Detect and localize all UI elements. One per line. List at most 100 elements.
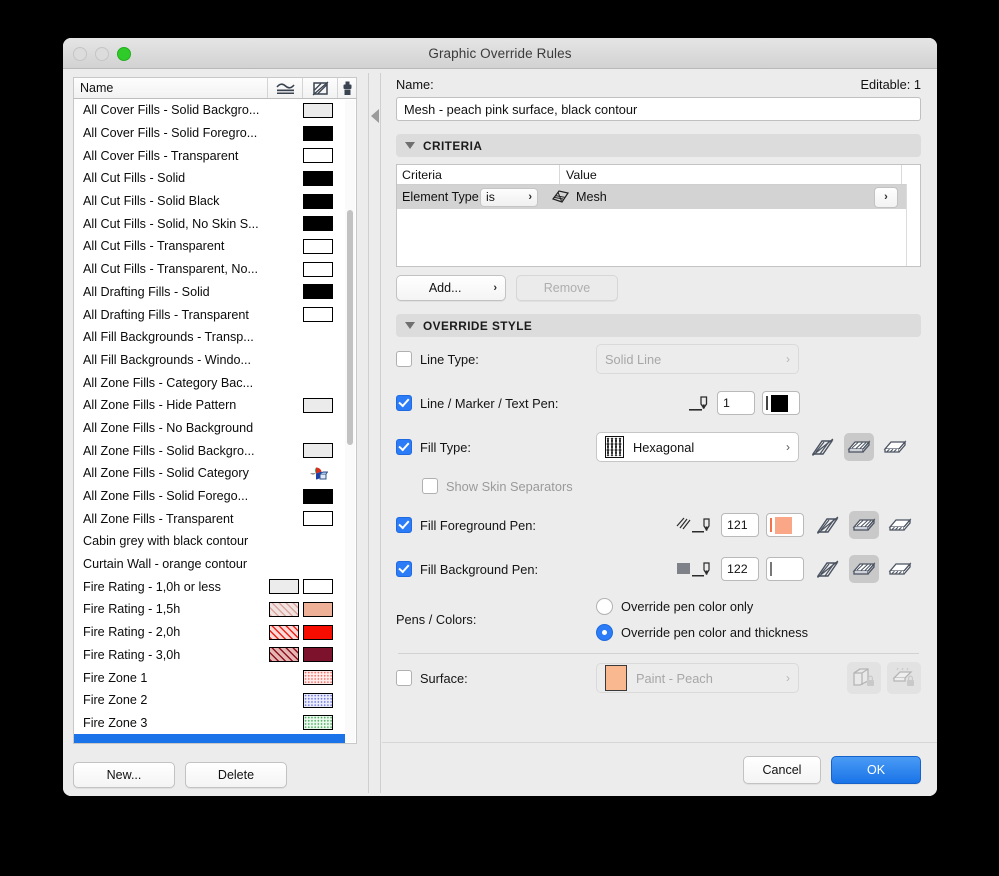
list-item[interactable]: All Fill Backgrounds - Transp...: [74, 326, 345, 349]
list-item[interactable]: All Zone Fills - Solid Forego...: [74, 485, 345, 508]
list-item[interactable]: All Cover Fills - Solid Foregro...: [74, 122, 345, 145]
line-type-checkbox[interactable]: [396, 351, 412, 367]
list-item-swatches: [303, 261, 341, 277]
list-item[interactable]: All Cut Fills - Transparent, No...: [74, 258, 345, 281]
criteria-row[interactable]: Element Type is › Mesh ›: [397, 185, 920, 209]
list-item[interactable]: Cabin grey with black contour: [74, 530, 345, 553]
cancel-button[interactable]: Cancel: [743, 756, 821, 784]
criteria-row-name: Element Type: [402, 190, 479, 204]
criteria-value[interactable]: Mesh: [552, 190, 874, 204]
list-item-swatches: [303, 125, 341, 141]
list-scrollbar-thumb[interactable]: [347, 210, 354, 445]
list-item[interactable]: All Cut Fills - Solid Black: [74, 190, 345, 213]
line-pen-checkbox[interactable]: [396, 395, 412, 411]
list-item[interactable]: All Zone Fills - Solid Category: [74, 462, 345, 485]
surface-checkbox[interactable]: [396, 670, 412, 686]
list-item[interactable]: All Zone Fills - No Background: [74, 417, 345, 440]
disclosure-triangle-icon[interactable]: [405, 322, 415, 329]
add-criteria-button[interactable]: Add... ›: [396, 275, 506, 301]
list-item[interactable]: All Drafting Fills - Transparent: [74, 303, 345, 326]
line-type-icon[interactable]: [268, 78, 304, 98]
drafting-fill-button[interactable]: [808, 433, 838, 461]
delete-button[interactable]: Delete: [185, 762, 287, 788]
list-item-label: All Zone Fills - Category Bac...: [83, 375, 254, 390]
radio-button[interactable]: [596, 598, 613, 615]
collapse-left-icon[interactable]: [370, 109, 379, 123]
list-item[interactable]: Curtain Wall - orange contour: [74, 553, 345, 576]
override-style-section-header[interactable]: OVERRIDE STYLE: [396, 314, 921, 337]
row-swatch: [303, 443, 334, 459]
name-row: Name: Editable: 1: [396, 77, 921, 92]
new-button[interactable]: New...: [73, 762, 175, 788]
list-item-swatches: [303, 466, 341, 481]
cover-fill-button[interactable]: [885, 511, 915, 539]
surface-3d-lock-button[interactable]: [847, 662, 881, 694]
list-item[interactable]: All Cut Fills - Transparent: [74, 235, 345, 258]
minimize-button[interactable]: [95, 47, 109, 61]
list-item-swatches: [269, 624, 341, 640]
zoom-button[interactable]: [117, 47, 131, 61]
list-item[interactable]: Fire Rating - 1,5h: [74, 598, 345, 621]
list-item[interactable]: Fire Zone 1: [74, 666, 345, 689]
fill-type-dropdown[interactable]: Hexagonal ›: [596, 432, 799, 462]
list-item[interactable]: All Fill Backgrounds - Windo...: [74, 349, 345, 372]
criteria-section-header[interactable]: CRITERIA: [396, 134, 921, 157]
ok-button[interactable]: OK: [831, 756, 921, 784]
surface-paint-lock-button[interactable]: [887, 662, 921, 694]
list-item[interactable]: All Zone Fills - Solid Backgro...: [74, 439, 345, 462]
list-item[interactable]: Fire Zone 2: [74, 689, 345, 712]
cut-fill-button[interactable]: [849, 511, 879, 539]
cut-fill-button[interactable]: [849, 555, 879, 583]
list-item[interactable]: Fire Rating - 2,0h: [74, 621, 345, 644]
list-item[interactable]: All Cover Fills - Solid Backgro...: [74, 99, 345, 122]
list-item[interactable]: All Cover Fills - Transparent: [74, 144, 345, 167]
criteria-value-picker-button[interactable]: ›: [874, 186, 898, 208]
line-pen-color-swatch[interactable]: [762, 391, 800, 415]
rule-name-input[interactable]: Mesh - peach pink surface, black contour: [396, 97, 921, 121]
row-swatch: [303, 307, 334, 323]
fill-foreground-color-swatch[interactable]: [766, 513, 804, 537]
list-item[interactable]: Fire Rating - 3,0h: [74, 644, 345, 667]
close-button[interactable]: [73, 47, 87, 61]
surface-dropdown[interactable]: Paint - Peach ›: [596, 663, 799, 693]
override-pen-color-only-option[interactable]: Override pen color only: [596, 598, 808, 615]
list-item[interactable]: All Cut Fills - Solid: [74, 167, 345, 190]
criteria-operator-dropdown[interactable]: is ›: [480, 187, 538, 207]
pens-colors-label: Pens / Colors:: [396, 612, 477, 627]
list-item[interactable]: All Zone Fills - Transparent: [74, 507, 345, 530]
drafting-fill-button[interactable]: [813, 555, 843, 583]
fill-type-icon[interactable]: [303, 78, 339, 98]
fill-background-pen-number-input[interactable]: 122: [721, 557, 759, 581]
cover-fill-button[interactable]: [880, 433, 910, 461]
fill-foreground-pen-checkbox[interactable]: [396, 517, 412, 533]
rules-list[interactable]: All Cover Fills - Solid Backgro... All Co…: [73, 99, 358, 744]
criteria-scrollbar[interactable]: [906, 184, 920, 266]
fill-foreground-pen-number-input[interactable]: 121: [721, 513, 759, 537]
list-scrollbar[interactable]: [345, 100, 356, 742]
list-item[interactable]: All Cut Fills - Solid, No Skin S...: [74, 212, 345, 235]
fill-background-color-swatch[interactable]: [766, 557, 804, 581]
override-pen-color-and-thickness-option[interactable]: Override pen color and thickness: [596, 624, 808, 641]
panel-splitter[interactable]: [367, 69, 382, 796]
list-item[interactable]: Fire Rating - 1,0h or less: [74, 575, 345, 598]
list-item[interactable]: Fire Zone 3: [74, 712, 345, 735]
surface-icon[interactable]: [338, 78, 356, 98]
list-item[interactable]: All Zone Fills - Category Bac...: [74, 371, 345, 394]
row-swatch: [303, 647, 334, 663]
cut-fill-button[interactable]: [844, 433, 874, 461]
column-header-name[interactable]: Name: [74, 78, 269, 98]
line-type-dropdown[interactable]: Solid Line ›: [596, 344, 799, 374]
radio-button[interactable]: [596, 624, 613, 641]
disclosure-triangle-icon[interactable]: [405, 142, 415, 149]
fill-type-checkbox[interactable]: [396, 439, 412, 455]
row-swatch: [303, 216, 334, 232]
list-item[interactable]: All Zone Fills - Hide Pattern: [74, 394, 345, 417]
drafting-fill-button[interactable]: [813, 511, 843, 539]
fill-background-pen-checkbox[interactable]: [396, 561, 412, 577]
list-item[interactable]: [74, 734, 346, 743]
list-item[interactable]: All Drafting Fills - Solid: [74, 281, 345, 304]
cover-fill-button[interactable]: [885, 555, 915, 583]
list-item-label: All Zone Fills - No Background: [83, 420, 254, 435]
show-skin-separators-checkbox[interactable]: [422, 478, 438, 494]
line-pen-number-input[interactable]: 1: [717, 391, 755, 415]
